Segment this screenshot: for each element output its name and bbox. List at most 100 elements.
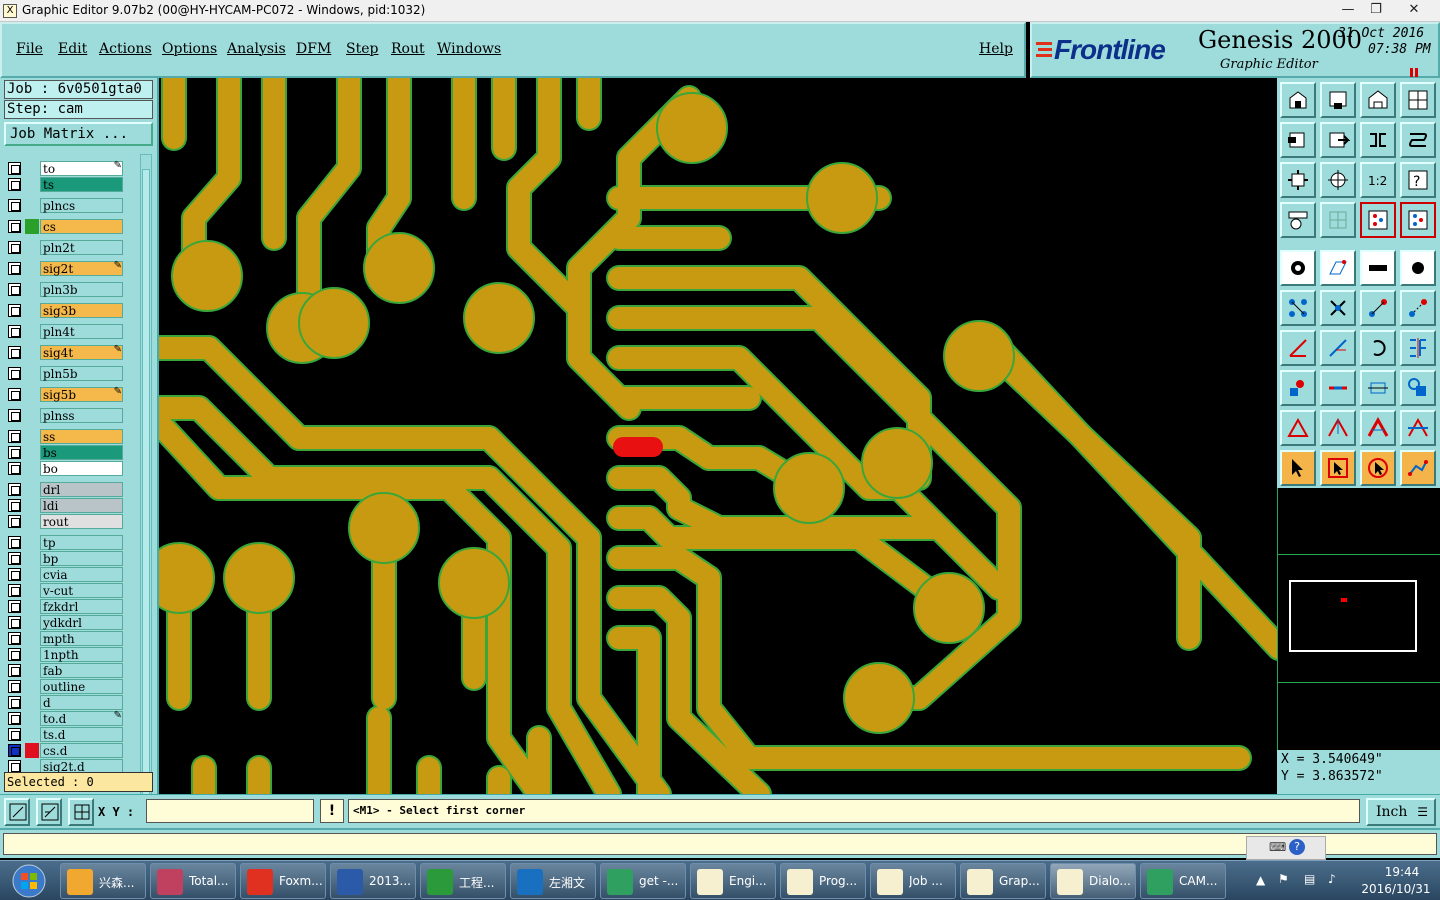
layer-checkbox[interactable] [8, 325, 21, 338]
layer-scrollbar[interactable] [140, 154, 152, 844]
taskbar-item[interactable]: Engi... [690, 863, 776, 899]
menu-actions[interactable]: Actions [99, 41, 152, 57]
zoom-box-button[interactable] [4, 798, 30, 826]
menu-step[interactable]: Step [346, 41, 378, 57]
xy-input[interactable] [146, 799, 314, 823]
route-tool-button[interactable] [1400, 450, 1436, 486]
menu-help[interactable]: Help [979, 41, 1013, 57]
cross-tool-button[interactable] [1320, 290, 1356, 326]
layer-name[interactable]: ldi [40, 498, 123, 513]
layer-checkbox[interactable] [8, 262, 21, 275]
poly-tool-button[interactable] [1280, 370, 1316, 406]
move-tool-button[interactable] [1360, 290, 1396, 326]
layer-checkbox[interactable] [8, 462, 21, 475]
layer-row[interactable]: cs.d [5, 742, 125, 758]
clock-time[interactable]: 19:44 [1372, 865, 1432, 879]
layer-row[interactable]: plnss [5, 407, 125, 423]
undo-tool-button[interactable] [1360, 330, 1396, 366]
measure-tool-button[interactable] [1280, 202, 1316, 238]
layer-checkbox[interactable] [8, 283, 21, 296]
layer-checkbox[interactable] [8, 728, 21, 741]
layer-checkbox[interactable] [8, 616, 21, 629]
line2-tool-button[interactable] [1320, 330, 1356, 366]
layer-checkbox[interactable] [8, 744, 21, 757]
layer-name[interactable]: pln4t [40, 324, 123, 339]
layer-row[interactable]: fzkdrl [5, 598, 125, 614]
layer-name[interactable]: ts [40, 177, 123, 192]
layer-color-swatch[interactable] [25, 219, 39, 234]
layer-name[interactable]: fab [40, 663, 123, 678]
start-button[interactable] [4, 862, 54, 900]
warning-button[interactable]: ! [320, 799, 344, 823]
layer-name[interactable]: drl [40, 482, 123, 497]
layer-name[interactable]: cs [40, 219, 123, 234]
layer-name[interactable]: cvia [40, 567, 123, 582]
layer-checkbox[interactable] [8, 584, 21, 597]
layer-row[interactable]: outline [5, 678, 125, 694]
layer-row[interactable]: v-cut [5, 582, 125, 598]
layer-row[interactable]: bs [5, 444, 125, 460]
show-hidden-icon[interactable]: ▲ [1256, 873, 1265, 887]
keyboard-icon[interactable]: ⌨ [1269, 840, 1286, 854]
layer-row[interactable]: plncs [5, 197, 125, 213]
layer-checkbox[interactable] [8, 680, 21, 693]
layer-row[interactable]: 1npth [5, 646, 125, 662]
layer-color-swatch[interactable] [25, 743, 39, 758]
layer-row[interactable]: sig4t ✎ [5, 344, 125, 360]
layer-row[interactable]: ts [5, 176, 125, 192]
scrollbar-thumb[interactable] [142, 169, 150, 829]
save-tool-button[interactable] [1320, 82, 1356, 118]
layer-checkbox[interactable] [8, 632, 21, 645]
flag-icon[interactable]: ⚑ [1278, 872, 1289, 886]
layer-row[interactable]: ydkdrl [5, 614, 125, 630]
pad-tool-button[interactable] [1400, 250, 1436, 286]
layer-row[interactable]: pln3b [5, 281, 125, 297]
layer-checkbox[interactable] [8, 446, 21, 459]
layer-name[interactable]: rout [40, 514, 123, 529]
layer-row[interactable]: ss [5, 428, 125, 444]
flip-tool-button[interactable] [1400, 122, 1436, 158]
layer-row[interactable]: cs [5, 218, 125, 234]
layer-name[interactable]: sig5b [40, 387, 123, 402]
select2-tool-button[interactable] [1360, 450, 1396, 486]
menu-windows[interactable]: Windows [437, 41, 501, 57]
copy-tool-button[interactable] [1400, 290, 1436, 326]
tri3-tool-button[interactable] [1360, 410, 1396, 446]
job-matrix-button[interactable]: Job Matrix ... [4, 122, 153, 146]
layer-row[interactable]: pln4t [5, 323, 125, 339]
ruler-tool-button[interactable] [1360, 250, 1396, 286]
layer-name[interactable]: d [40, 695, 123, 710]
draw-tool-button[interactable] [1320, 250, 1356, 286]
layer-checkbox[interactable] [8, 430, 21, 443]
unit-selector[interactable]: Inch ☰ [1366, 798, 1436, 826]
taskbar-item[interactable]: CAM... [1140, 863, 1226, 899]
layer-checkbox[interactable] [8, 346, 21, 359]
minimize-button[interactable]: — [1334, 0, 1362, 20]
tri4-tool-button[interactable] [1400, 410, 1436, 446]
layer-row[interactable]: drl [5, 481, 125, 497]
layer-checkbox[interactable] [8, 220, 21, 233]
zoom-out-tool-button[interactable] [1280, 122, 1316, 158]
language-bar[interactable]: ⌨ ? [1246, 836, 1326, 860]
center-tool-button[interactable] [1320, 162, 1356, 198]
tri2-tool-button[interactable] [1320, 410, 1356, 446]
menu-options[interactable]: Options [162, 41, 217, 57]
grid-tool-button[interactable] [1320, 202, 1356, 238]
clock-date[interactable]: 2016/10/31 [1356, 882, 1436, 896]
layer-checkbox[interactable] [8, 162, 21, 175]
graphic-canvas[interactable] [157, 78, 1277, 794]
help-tool-button[interactable]: ? [1400, 162, 1436, 198]
layer-checkbox[interactable] [8, 712, 21, 725]
taskbar-item[interactable]: get -... [600, 863, 686, 899]
taskbar-item[interactable]: Job ... [870, 863, 956, 899]
node-tool-button[interactable] [1280, 290, 1316, 326]
close-button[interactable]: ✕ [1392, 0, 1436, 20]
pointer-tool-button[interactable] [1280, 450, 1316, 486]
layer-checkbox[interactable] [8, 552, 21, 565]
layer-name[interactable]: pln3b [40, 282, 123, 297]
pan-tool-button[interactable] [1360, 122, 1396, 158]
layer-name[interactable]: to.d [40, 711, 123, 726]
layer-name[interactable]: to [40, 161, 123, 176]
taskbar-item[interactable]: Grap... [960, 863, 1046, 899]
layer-name[interactable]: pln2t [40, 240, 123, 255]
